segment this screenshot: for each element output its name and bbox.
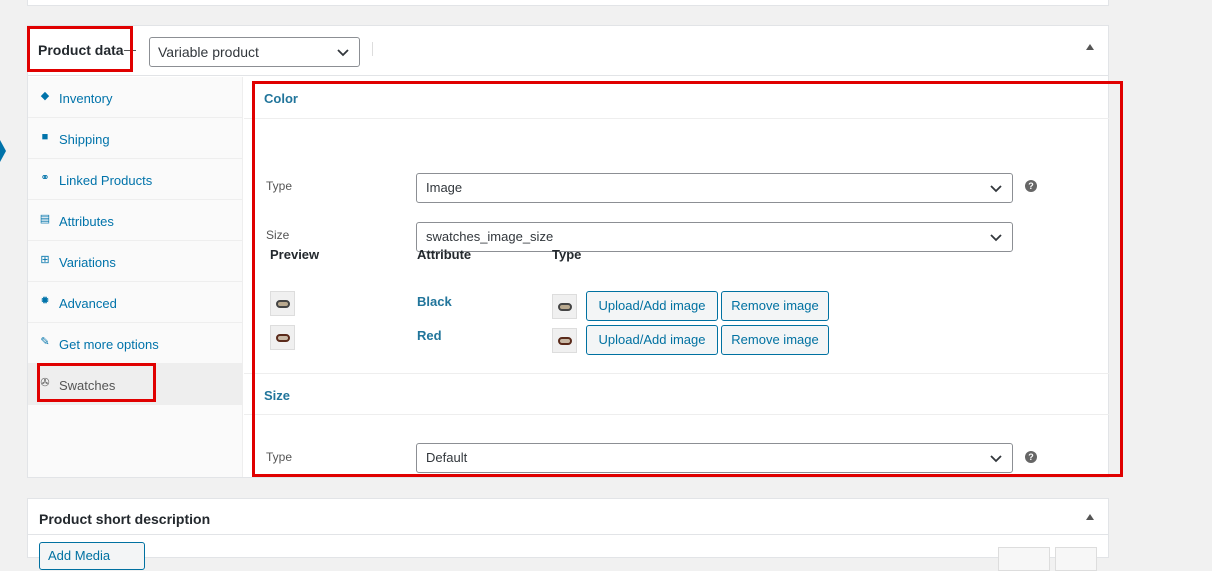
color-size-value: swatches_image_size — [426, 229, 554, 244]
attribute-name: Red — [417, 328, 442, 343]
tab-linked-products[interactable]: ⚭ Linked Products — [28, 159, 243, 200]
tab-shipping[interactable]: ■ Shipping — [28, 118, 243, 159]
attribute-header: Attribute — [417, 247, 472, 262]
product-data-title: Product data — [38, 42, 124, 58]
type-thumbnail — [552, 294, 577, 319]
add-media-button[interactable]: Add Media — [39, 542, 145, 570]
short-description-title: Product short description — [39, 511, 211, 527]
chevron-down-icon — [990, 185, 1002, 193]
belt-image — [558, 303, 572, 311]
belt-image — [276, 334, 290, 342]
color-size-select[interactable]: swatches_image_size — [416, 222, 1013, 252]
tab-attributes[interactable]: ▤ Attributes — [28, 200, 243, 241]
tab-variations[interactable]: ⊞ Variations — [28, 241, 243, 282]
color-section-title: Color — [264, 91, 298, 106]
product-data-tabs: ◆ Inventory ■ Shipping ⚭ Linked Products… — [28, 77, 243, 477]
grid-icon: ⊞ — [40, 254, 50, 266]
tab-get-more-options[interactable]: ✎ Get more options — [28, 323, 243, 364]
short-description-panel: Product short description Add Media — [27, 498, 1109, 571]
color-section-header: Color — [244, 77, 1109, 119]
tab-advanced[interactable]: ✹ Advanced — [28, 282, 243, 323]
product-data-header: Product data Variable product — [28, 26, 1108, 76]
product-type-value: Variable product — [158, 44, 259, 60]
tab-label: Advanced — [59, 296, 117, 311]
tab-swatches[interactable]: ✇ Swatches — [28, 364, 243, 405]
size-type-label: Type — [266, 450, 293, 464]
attribute-name: Black — [417, 294, 452, 309]
tab-label: Linked Products — [59, 173, 153, 188]
tab-label: Get more options — [59, 337, 159, 352]
tab-label: Attributes — [59, 214, 114, 229]
help-icon[interactable]: ? — [1025, 180, 1037, 192]
remove-image-button[interactable]: Remove image — [721, 291, 829, 321]
belt-image — [558, 337, 572, 345]
title-dash — [124, 50, 136, 51]
wrench-icon: ✇ — [40, 377, 50, 389]
help-icon[interactable]: ? — [1025, 451, 1037, 463]
link-icon: ⚭ — [40, 172, 50, 184]
product-data-panel: Product data Variable product ◆ Inventor… — [27, 25, 1109, 478]
tab-inventory[interactable]: ◆ Inventory — [28, 77, 243, 118]
preview-thumbnail — [270, 291, 295, 316]
remove-image-button[interactable]: Remove image — [721, 325, 829, 355]
tab-label: Inventory — [59, 91, 113, 106]
preview-thumbnail — [270, 325, 295, 350]
truck-icon: ■ — [41, 131, 49, 143]
text-tab[interactable] — [1055, 547, 1097, 571]
tab-label: Variations — [59, 255, 116, 270]
gear-icon: ✹ — [40, 295, 50, 307]
tab-label: Swatches — [59, 378, 116, 393]
collapse-arrow-icon[interactable] — [1086, 44, 1094, 50]
preview-header: Preview — [270, 247, 320, 262]
collapse-arrow-icon[interactable] — [1086, 514, 1094, 520]
chevron-down-icon — [990, 455, 1002, 463]
tag-icon: ◆ — [40, 90, 50, 102]
chevron-down-icon — [337, 49, 349, 57]
color-type-label: Type — [266, 179, 293, 193]
size-type-value: Default — [426, 450, 468, 465]
swatches-content: Color Type Image ? Size swatches_image_s… — [244, 77, 1109, 477]
visual-tab[interactable] — [998, 547, 1050, 571]
type-thumbnail — [552, 328, 577, 353]
tab-label: Shipping — [59, 132, 110, 147]
product-type-select[interactable]: Variable product — [149, 37, 360, 67]
add-media-label: Add Media — [48, 548, 111, 563]
belt-image — [276, 300, 290, 308]
upload-image-button[interactable]: Upload/Add image — [586, 325, 718, 355]
type-header: Type — [552, 247, 582, 262]
admin-menu-indicator — [0, 140, 6, 162]
header-separator — [372, 42, 373, 56]
color-type-select[interactable]: Image — [416, 173, 1013, 203]
plugin-icon: ✎ — [40, 336, 50, 348]
list-icon: ▤ — [39, 213, 51, 225]
size-type-select[interactable]: Default — [416, 443, 1013, 473]
short-description-header: Product short description — [28, 499, 1108, 535]
size-section-header: Size — [244, 373, 1109, 415]
upload-image-button[interactable]: Upload/Add image — [586, 291, 718, 321]
size-section-title: Size — [264, 388, 291, 403]
chevron-down-icon — [990, 234, 1002, 242]
color-size-label: Size — [266, 228, 290, 242]
previous-panel — [27, 0, 1109, 6]
color-type-value: Image — [426, 180, 463, 195]
